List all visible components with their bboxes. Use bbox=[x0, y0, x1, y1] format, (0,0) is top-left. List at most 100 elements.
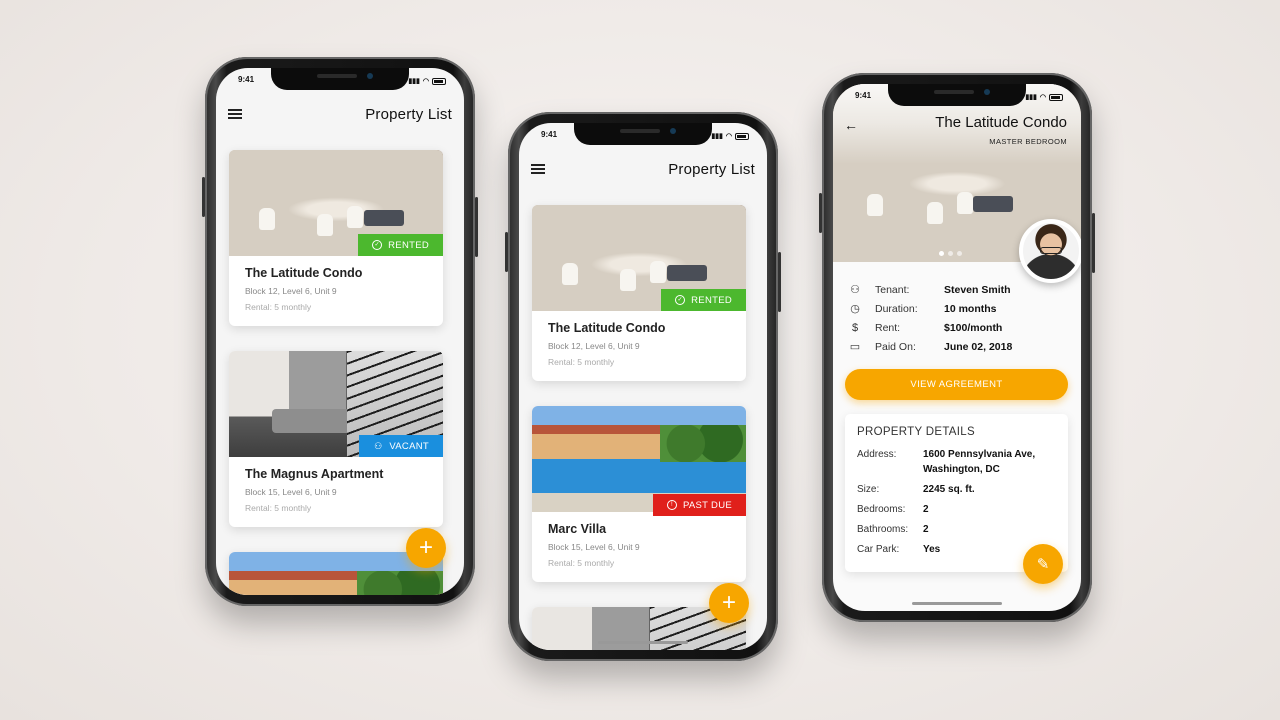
edit-button[interactable]: ✎ bbox=[1023, 544, 1063, 584]
property-photo: ✓ RENTED bbox=[229, 150, 443, 256]
view-agreement-button[interactable]: VIEW AGREEMENT bbox=[845, 369, 1068, 400]
row-label: Duration: bbox=[875, 302, 918, 315]
alert-circle-icon: ! bbox=[666, 500, 677, 510]
dollar-icon: $ bbox=[851, 321, 859, 334]
row-value: $100/month bbox=[944, 321, 1003, 334]
clock-icon: ◷ bbox=[850, 303, 860, 315]
badge-label: PAST DUE bbox=[682, 499, 732, 511]
paid-on-row: ▭ Paid On: June 02, 2018 bbox=[847, 337, 1071, 356]
status-icons: ▮▮▮ ◠ bbox=[711, 130, 749, 142]
battery-icon bbox=[432, 77, 446, 85]
details-heading: PROPERTY DETAILS bbox=[857, 426, 975, 438]
detail-row-address: Address: 1600 Pennsylvania Ave, Washingt… bbox=[857, 449, 1056, 477]
row-label: Rent: bbox=[875, 321, 901, 334]
plus-icon: + bbox=[418, 534, 433, 561]
check-circle-icon: ✓ bbox=[372, 240, 383, 250]
status-badge: ✓ RENTED bbox=[661, 289, 746, 311]
add-property-button[interactable]: + bbox=[406, 528, 446, 568]
property-rental: Rental: 5 monthly bbox=[548, 558, 615, 568]
person-icon: ⚇ bbox=[850, 284, 860, 296]
property-photo: ⚇ VACANT bbox=[229, 351, 443, 457]
carousel-dots[interactable] bbox=[939, 251, 962, 256]
add-property-button[interactable]: + bbox=[709, 583, 749, 623]
room-subtitle: MASTER BEDROOM bbox=[989, 137, 1067, 146]
badge-label: VACANT bbox=[389, 440, 429, 452]
status-bar: 9:41 ▮▮▮ ◠ bbox=[541, 130, 749, 142]
property-photo: ! PAST DUE bbox=[532, 406, 746, 516]
wifi-icon: ◠ bbox=[725, 133, 732, 140]
property-address: Block 12, Level 6, Unit 9 bbox=[245, 286, 337, 296]
menu-icon[interactable] bbox=[531, 164, 545, 174]
phone-center: 9:41 ▮▮▮ ◠ Property List ✓ RENTED The La… bbox=[505, 112, 781, 661]
page-title: The Latitude Condo bbox=[935, 114, 1067, 131]
home-indicator bbox=[912, 602, 1002, 605]
property-name: The Latitude Condo bbox=[245, 266, 363, 280]
address-line2: Washington, DC bbox=[923, 464, 1000, 475]
person-icon: ⚇ bbox=[374, 440, 383, 451]
property-card[interactable]: ! PAST DUE Marc Villa Block 15, Level 6,… bbox=[532, 406, 746, 582]
row-value: 1600 Pennsylvania Ave, Washington, DC bbox=[923, 447, 1035, 477]
row-value: 2 bbox=[923, 504, 929, 515]
row-label: Bathrooms: bbox=[857, 524, 909, 535]
row-label: Bedrooms: bbox=[857, 504, 906, 515]
property-photo: ✓ RENTED bbox=[532, 205, 746, 311]
status-icons: ▮▮▮ ◠ bbox=[408, 75, 446, 87]
status-bar: 9:41 ▮▮▮ ◠ bbox=[855, 91, 1063, 103]
row-label: Size: bbox=[857, 484, 880, 495]
page-title: Property List bbox=[668, 160, 755, 178]
row-value: Yes bbox=[923, 544, 941, 555]
page-title: Property List bbox=[365, 105, 452, 123]
wifi-icon: ◠ bbox=[422, 78, 429, 85]
badge-label: RENTED bbox=[388, 239, 429, 251]
status-time: 9:41 bbox=[541, 130, 558, 139]
property-detail-screen: 9:41 ▮▮▮ ◠ ← The Latitude Condo MASTER B… bbox=[833, 84, 1081, 611]
property-name: Marc Villa bbox=[548, 522, 607, 536]
signal-icon: ▮▮▮ bbox=[408, 78, 420, 85]
row-value: 10 months bbox=[944, 302, 997, 315]
tenant-info: ⚇ Tenant: Steven Smith ◷ Duration: 10 mo… bbox=[847, 280, 1071, 356]
signal-icon: ▮▮▮ bbox=[1025, 94, 1037, 101]
pencil-icon: ✎ bbox=[1036, 555, 1050, 573]
row-label: Address: bbox=[857, 449, 897, 460]
property-card[interactable]: ⚇ VACANT The Magnus Apartment Block 15, … bbox=[229, 351, 443, 527]
property-name: The Magnus Apartment bbox=[245, 467, 384, 481]
phone-right: 9:41 ▮▮▮ ◠ ← The Latitude Condo MASTER B… bbox=[819, 73, 1095, 622]
property-name: The Latitude Condo bbox=[548, 321, 666, 335]
row-label: Paid On: bbox=[875, 340, 916, 353]
property-address: Block 12, Level 6, Unit 9 bbox=[548, 341, 640, 351]
property-list-screen: 9:41 ▮▮▮ ◠ Property List ✓ RENTED The La… bbox=[519, 123, 767, 650]
row-value: 2 bbox=[923, 524, 929, 535]
home-indicator bbox=[598, 641, 688, 644]
status-icons: ▮▮▮ ◠ bbox=[1025, 91, 1063, 103]
property-address: Block 15, Level 6, Unit 9 bbox=[245, 487, 337, 497]
status-time: 9:41 bbox=[855, 91, 872, 100]
row-label: Car Park: bbox=[857, 544, 900, 555]
phone-left: 9:41 ▮▮▮ ◠ Property List ✓ RENTED The La… bbox=[202, 57, 478, 606]
badge-label: RENTED bbox=[691, 294, 732, 306]
back-arrow-icon[interactable]: ← bbox=[844, 117, 858, 133]
card-icon: ▭ bbox=[849, 341, 861, 353]
property-card[interactable]: ✓ RENTED The Latitude Condo Block 12, Le… bbox=[229, 150, 443, 326]
tenant-avatar[interactable] bbox=[1019, 219, 1081, 283]
property-card[interactable]: ✓ RENTED The Latitude Condo Block 12, Le… bbox=[532, 205, 746, 381]
detail-row-size: Size: 2245 sq. ft. bbox=[857, 484, 1056, 497]
address-line1: 1600 Pennsylvania Ave, bbox=[923, 449, 1036, 460]
duration-row: ◷ Duration: 10 months bbox=[847, 299, 1071, 318]
property-list-screen: 9:41 ▮▮▮ ◠ Property List ✓ RENTED The La… bbox=[216, 68, 464, 595]
status-badge: ✓ RENTED bbox=[358, 234, 443, 256]
wifi-icon: ◠ bbox=[1039, 94, 1046, 101]
top-bar: Property List bbox=[216, 92, 464, 136]
property-rental: Rental: 5 monthly bbox=[245, 503, 312, 513]
battery-icon bbox=[1049, 93, 1063, 101]
status-time: 9:41 bbox=[238, 75, 255, 84]
property-rental: Rental: 5 monthly bbox=[245, 302, 312, 312]
row-label: Tenant: bbox=[875, 283, 910, 296]
menu-icon[interactable] bbox=[228, 109, 242, 119]
detail-row-bedrooms: Bedrooms: 2 bbox=[857, 504, 1056, 517]
row-value: June 02, 2018 bbox=[944, 340, 1013, 353]
check-circle-icon: ✓ bbox=[675, 295, 686, 305]
row-value: Steven Smith bbox=[944, 283, 1011, 296]
plus-icon: + bbox=[721, 589, 736, 616]
detail-row-bathrooms: Bathrooms: 2 bbox=[857, 524, 1056, 537]
rent-row: $ Rent: $100/month bbox=[847, 318, 1071, 337]
